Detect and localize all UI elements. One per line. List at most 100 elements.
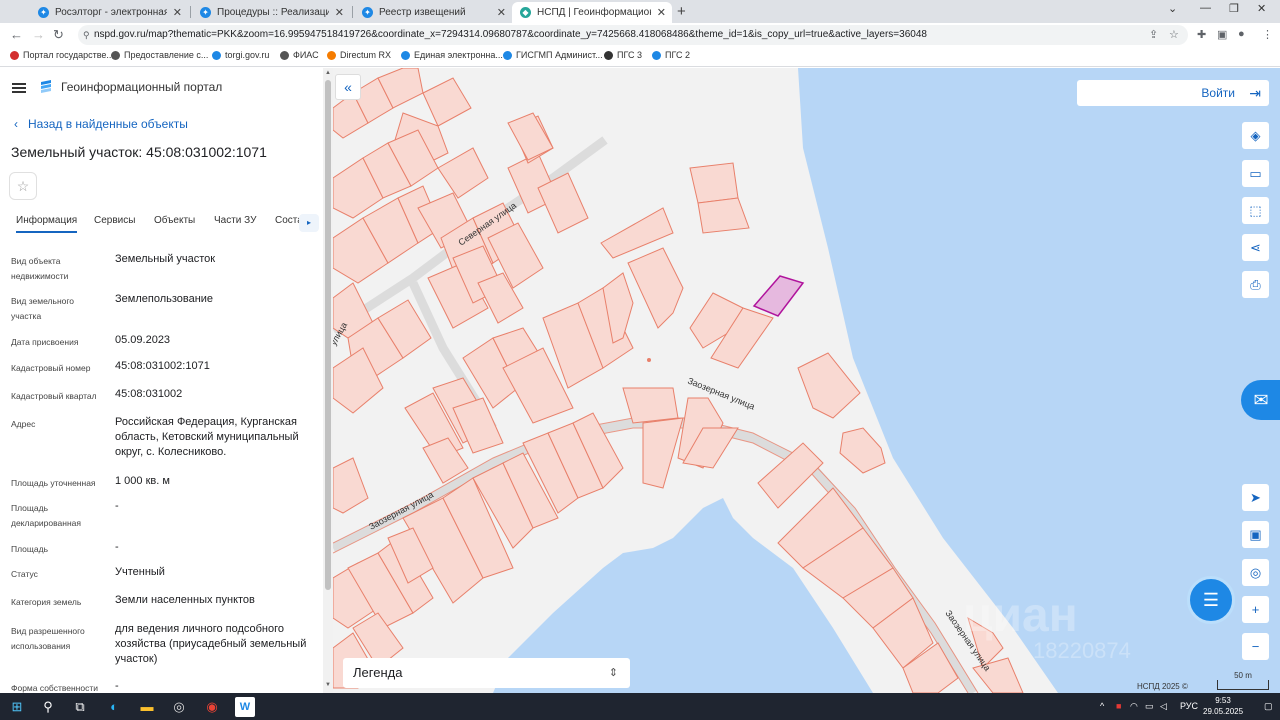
minimap-icon[interactable]: ▣ [1242, 521, 1269, 548]
tab-divider [190, 6, 191, 18]
close-tab-icon[interactable]: ✕ [335, 6, 344, 19]
browser-tab[interactable]: ✦ Процедуры :: Реализация госим ✕ [192, 2, 350, 23]
close-tab-icon[interactable]: ✕ [497, 6, 506, 19]
bookmark-item[interactable]: Предоставление с... [111, 50, 208, 60]
bookmark-item[interactable]: ФИАС [280, 50, 319, 60]
tab-search-icon[interactable]: ⌄ [1168, 2, 1177, 15]
cadastral-map[interactable]: Северная улица Заозерная улица Заозерная… [333, 68, 1280, 693]
restore-icon[interactable]: ❐ [1229, 2, 1239, 15]
nspd-favicon-icon: ◆ [520, 7, 531, 18]
chevron-up-icon[interactable]: ^ [1100, 701, 1104, 711]
panel-scrollbar[interactable]: ▲ ▼ [323, 68, 333, 693]
zoom-out-icon[interactable]: − [1242, 633, 1269, 660]
side-panel-icon[interactable]: ▣ [1217, 28, 1227, 41]
bookmark-item[interactable]: ПГС 2 [652, 50, 690, 60]
bookmark-item[interactable]: ПГС 3 [604, 50, 642, 60]
network-icon[interactable]: ▭ [1145, 701, 1154, 712]
tab-composition[interactable]: Соста [275, 215, 299, 226]
forward-arrow-icon[interactable]: → [32, 27, 45, 42]
back-arrow-icon[interactable]: ← [10, 27, 23, 42]
collapse-panel-button[interactable]: « [335, 74, 361, 100]
chrome-icon[interactable]: ◉ [202, 697, 222, 717]
extensions-icon[interactable]: ✚ [1197, 28, 1206, 41]
select-area-icon[interactable]: ⬚ [1242, 197, 1269, 224]
profile-icon[interactable]: ● [1238, 28, 1245, 40]
parcel-point [647, 358, 651, 362]
bookmark-item[interactable]: torgi.gov.ru [212, 50, 269, 60]
map-canvas[interactable]: Северная улица Заозерная улица Заозерная… [333, 68, 1280, 693]
favorite-star-icon[interactable]: ☆ [9, 172, 37, 200]
field-value: 45:08:031002 [115, 388, 183, 400]
bookmark-item[interactable]: Directum RX [327, 50, 391, 60]
legend-dropdown[interactable]: Легенда ⇕ [343, 658, 630, 688]
watermark: циан [963, 589, 1078, 642]
scrollbar-thumb[interactable] [325, 80, 331, 590]
watermark-phone: 18220874 [1033, 638, 1131, 663]
browser-tab-active[interactable]: ◆ НСПД | Геоинформационный п ✕ [512, 2, 672, 23]
search-location-icon[interactable]: ◎ [1242, 559, 1269, 586]
zoom-in-icon[interactable]: + [1242, 596, 1269, 623]
ruler-icon[interactable]: ▭ [1242, 160, 1269, 187]
globe-icon [111, 50, 120, 60]
scroll-down-icon[interactable]: ▼ [325, 682, 331, 688]
hamburger-menu-icon[interactable] [12, 83, 26, 93]
emblem-icon [503, 50, 512, 60]
menu-kebab-icon[interactable]: ⋮ [1262, 28, 1273, 41]
field-value: - [115, 541, 119, 553]
field-label: Вид объекта недвижимости [11, 256, 69, 281]
selected-parcel[interactable] [752, 275, 805, 317]
field-label: Статус [11, 569, 38, 579]
tray-app-icon[interactable]: ■ [1116, 701, 1121, 711]
field-label: Площадь [11, 544, 49, 554]
word-icon[interactable]: W [235, 697, 255, 717]
tab-services[interactable]: Сервисы [94, 215, 135, 226]
browser-tab[interactable]: ✦ Реестр извещений ✕ [354, 2, 512, 23]
task-view-icon[interactable]: ⧉ [70, 697, 90, 717]
file-explorer-icon[interactable]: ▬ [137, 697, 157, 717]
field-value: Российская Федерация, Курганская область… [115, 416, 299, 458]
notifications-icon[interactable]: ▢ [1264, 701, 1273, 712]
bookmark-item[interactable]: ГИСГМП Админист... [503, 50, 603, 60]
support-chat-icon[interactable]: ✉ [1241, 380, 1280, 420]
tab-objects[interactable]: Объекты [154, 215, 195, 226]
wifi-icon[interactable]: ◠ [1130, 701, 1138, 712]
taskbar: ⊞ ⚲ ⧉ ◐ ▬ ◎ ◉ W ^ ■ ◠ ▭ ◁ РУС 9:53 29.05… [0, 693, 1280, 720]
tabs-scroll-right-icon[interactable]: ▸ [299, 214, 319, 232]
share-icon[interactable]: ⋖ [1242, 234, 1269, 261]
url-input[interactable]: ⚲ nspd.gov.ru/map?thematic=PKK&zoom=16.9… [78, 25, 1188, 45]
field-value: Земельный участок [115, 253, 216, 265]
object-tabs: Информация Сервисы Объекты Части ЗУ Сост… [0, 209, 323, 235]
window-close-icon[interactable]: ✕ [1257, 2, 1266, 15]
object-info-panel: Геоинформационный портал ‹ Назад в найден… [0, 68, 323, 693]
volume-icon[interactable]: ◁ [1160, 701, 1167, 712]
bookmark-item[interactable]: Единая электронна... [401, 50, 503, 60]
tab-information[interactable]: Информация [16, 215, 78, 233]
browser-tab[interactable]: ✦ Росэлторг - электронная торгов ✕ [30, 2, 188, 23]
emblem-icon [652, 50, 661, 60]
bookmark-item[interactable]: Портал государстве... [10, 50, 114, 60]
minimize-icon[interactable]: — [1200, 2, 1211, 14]
chat-bubble-icon[interactable]: ☰ [1187, 576, 1235, 624]
layers-icon[interactable]: ◈ [1242, 122, 1269, 149]
bookmark-star-icon[interactable]: ☆ [1169, 28, 1179, 41]
language-indicator[interactable]: РУС [1180, 701, 1198, 711]
edge-icon[interactable]: ◐ [104, 697, 124, 717]
tab-parcel-parts[interactable]: Части ЗУ [214, 215, 256, 226]
search-icon[interactable]: ⚲ [38, 697, 58, 717]
share-icon[interactable]: ⇪ [1149, 28, 1158, 41]
reload-icon[interactable]: ↻ [53, 27, 64, 43]
clock[interactable]: 9:53 29.05.2025 [1203, 695, 1243, 717]
field-label: Вид разрешенного использования [11, 626, 85, 651]
scroll-up-icon[interactable]: ▲ [325, 70, 331, 76]
site-info-icon[interactable]: ⚲ [83, 25, 90, 45]
app-icon[interactable]: ◎ [169, 697, 189, 717]
field-label: Кадастровый номер [11, 363, 91, 373]
geolocation-icon[interactable]: ➤ [1242, 484, 1269, 511]
login-button[interactable]: Войти ⇥ [1077, 80, 1269, 106]
close-tab-icon[interactable]: ✕ [173, 6, 182, 19]
new-tab-icon[interactable]: + [677, 3, 686, 20]
windows-start-icon[interactable]: ⊞ [7, 697, 27, 717]
print-icon[interactable]: ⎙ [1242, 271, 1269, 298]
back-to-results-link[interactable]: ‹ Назад в найденные объекты [14, 117, 188, 131]
close-tab-icon[interactable]: ✕ [657, 6, 666, 19]
